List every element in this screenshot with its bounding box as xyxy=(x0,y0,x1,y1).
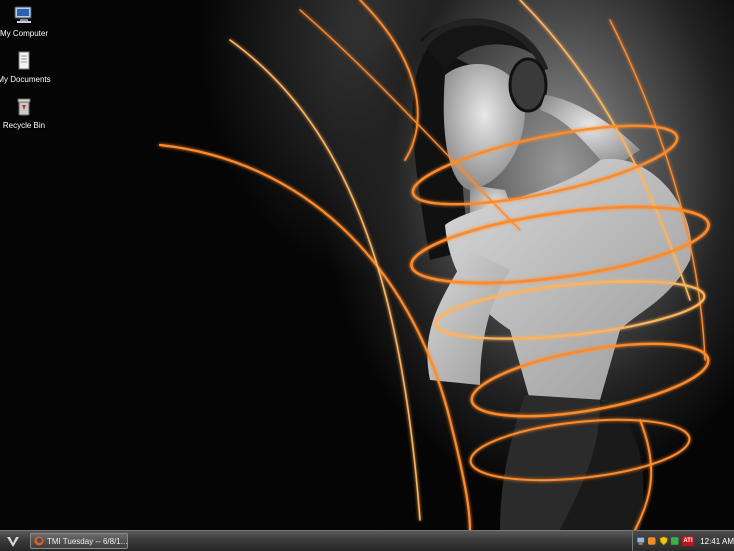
taskbar-button-firefox[interactable]: TMI Tuesday -- 6/8/1... xyxy=(30,533,128,549)
desktop-icon-label: My Computer xyxy=(0,29,48,38)
desktop-icon-label: Recycle Bin xyxy=(2,121,46,130)
documents-icon xyxy=(18,51,30,70)
desktop-icon-my-computer[interactable]: My Computer xyxy=(0,4,56,39)
desktop: My Computer My Documents Recycle Bin xyxy=(0,0,734,530)
network-icon[interactable] xyxy=(636,536,645,546)
desktop-icon-my-documents[interactable]: My Documents xyxy=(0,50,56,85)
orange-app-icon[interactable] xyxy=(647,536,656,546)
ati-icon[interactable]: ATI xyxy=(681,536,695,546)
taskbar-button-label: TMI Tuesday -- 6/8/1... xyxy=(46,536,127,546)
start-button[interactable] xyxy=(1,532,25,551)
security-shield-icon[interactable] xyxy=(659,536,668,546)
firefox-icon xyxy=(34,536,44,546)
green-app-icon[interactable] xyxy=(670,536,679,546)
taskbar: TMI Tuesday -- 6/8/1... ATI 12:41 AM xyxy=(0,530,734,551)
clock[interactable]: 12:41 AM xyxy=(700,537,734,546)
desktop-icon-recycle-bin[interactable]: Recycle Bin xyxy=(0,96,56,131)
wallpaper xyxy=(158,0,710,530)
desktop-icon-label: My Documents xyxy=(0,75,51,84)
recycle-bin-icon xyxy=(17,98,31,116)
computer-icon xyxy=(14,6,32,23)
start-v-logo-icon xyxy=(7,536,19,547)
system-tray: ATI 12:41 AM xyxy=(632,531,734,551)
